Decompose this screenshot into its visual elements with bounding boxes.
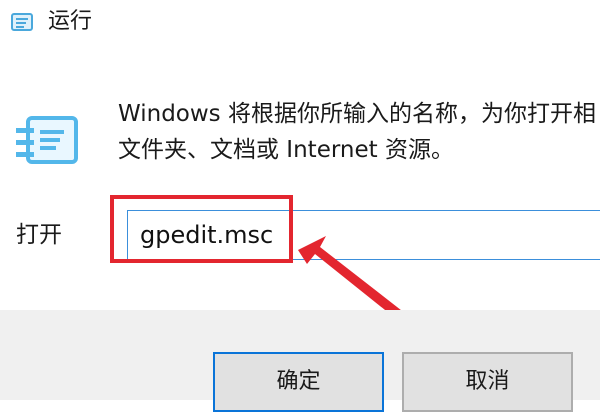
ok-button[interactable]: 确定	[213, 352, 384, 412]
annotation-highlight-box	[110, 195, 293, 263]
title-bar: 运行	[0, 0, 600, 52]
dialog-content: Windows 将根据你所输入的名称，为你打开相 文件夹、文档或 Interne…	[0, 52, 600, 322]
message-line-1: Windows 将根据你所输入的名称，为你打开相	[118, 101, 596, 127]
cancel-button[interactable]: 取消	[402, 352, 573, 412]
message-line-2: 文件夹、文档或 Internet 资源。	[118, 137, 454, 163]
dialog-message: Windows 将根据你所输入的名称，为你打开相 文件夹、文档或 Interne…	[118, 96, 600, 168]
run-program-icon	[16, 116, 78, 164]
window-title: 运行	[48, 9, 93, 34]
open-label: 打开	[16, 222, 62, 248]
run-dialog-icon	[11, 13, 33, 31]
